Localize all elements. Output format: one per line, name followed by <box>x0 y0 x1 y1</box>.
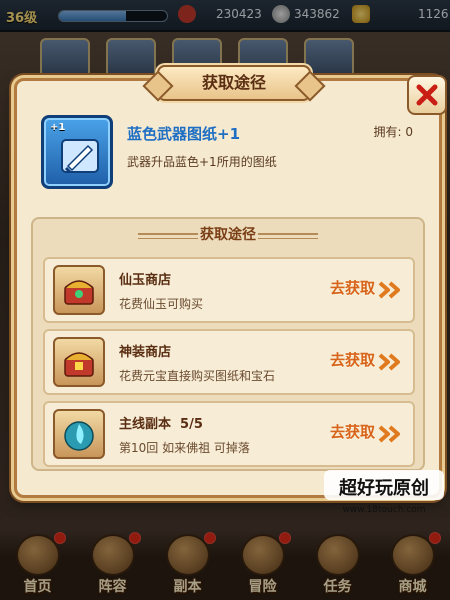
source-title: 主线副本 5/5 <box>119 417 203 432</box>
sources-panel: 获取途径 仙玉商店 花费仙玉可购买 去获取 神装商店 花费元宝直接购买图纸和宝石… <box>31 217 425 471</box>
source-row-equipment-shop[interactable]: 神装商店 花费元宝直接购买图纸和宝石 去获取 <box>43 329 415 395</box>
source-icon-frame <box>53 409 105 459</box>
go-acquire-button[interactable]: 去获取 <box>330 349 403 377</box>
svg-text:超好玩原创: 超好玩原创 <box>339 477 429 499</box>
source-title: 仙玉商店 <box>119 273 172 288</box>
svg-text:www.18touch.com: www.18touch.com <box>342 505 425 515</box>
owned-count: 拥有: 0 <box>373 125 414 139</box>
dungeon-flame-icon <box>64 421 94 451</box>
source-row-jade-shop[interactable]: 仙玉商店 花费仙玉可购买 去获取 <box>43 257 415 323</box>
watermark-logo: 超好玩原创 www.18touch.com <box>324 464 444 518</box>
ornament-right <box>258 233 318 239</box>
go-acquire-button[interactable]: 去获取 <box>330 277 403 305</box>
double-chevron-right-icon <box>378 425 400 443</box>
item-description: 武器升品蓝色+1所用的图纸 <box>127 155 277 169</box>
go-acquire-button[interactable]: 去获取 <box>330 421 403 449</box>
close-button[interactable] <box>407 75 447 115</box>
go-acquire-label: 去获取 <box>329 423 375 441</box>
watermark-logo-icon: 超好玩原创 www.18touch.com <box>324 470 444 515</box>
equipment-shop-chest-icon <box>64 352 94 377</box>
source-row-main-dungeon[interactable]: 主线副本 5/5 第10回 如来佛祖 可掉落 去获取 <box>43 401 415 467</box>
sources-title: 获取途径 <box>200 227 256 243</box>
dialog-title: 获取途径 <box>157 65 311 101</box>
close-icon <box>416 84 438 106</box>
jade-shop-chest-icon <box>64 280 94 305</box>
double-chevron-right-icon <box>378 353 400 371</box>
source-title: 神装商店 <box>119 345 172 360</box>
item-name: 蓝色武器图纸+1 <box>127 125 241 143</box>
source-desc: 花费元宝直接购买图纸和宝石 <box>119 369 276 383</box>
ornament-left <box>138 233 198 239</box>
weapon-blueprint-icon <box>61 139 99 174</box>
acquire-dialog: 获取途径 +1 蓝色武器图纸+1 武器升品蓝色+1所用的图纸 拥有: 0 获取途… <box>14 65 447 498</box>
double-chevron-right-icon <box>378 281 400 299</box>
go-acquire-label: 去获取 <box>329 351 375 369</box>
item-icon-frame: +1 <box>41 115 113 189</box>
go-acquire-label: 去获取 <box>329 279 375 297</box>
source-desc: 花费仙玉可购买 <box>119 297 204 311</box>
source-desc: 第10回 如来佛祖 可掉落 <box>119 441 250 455</box>
source-icon-frame <box>53 265 105 315</box>
source-icon-frame <box>53 337 105 387</box>
